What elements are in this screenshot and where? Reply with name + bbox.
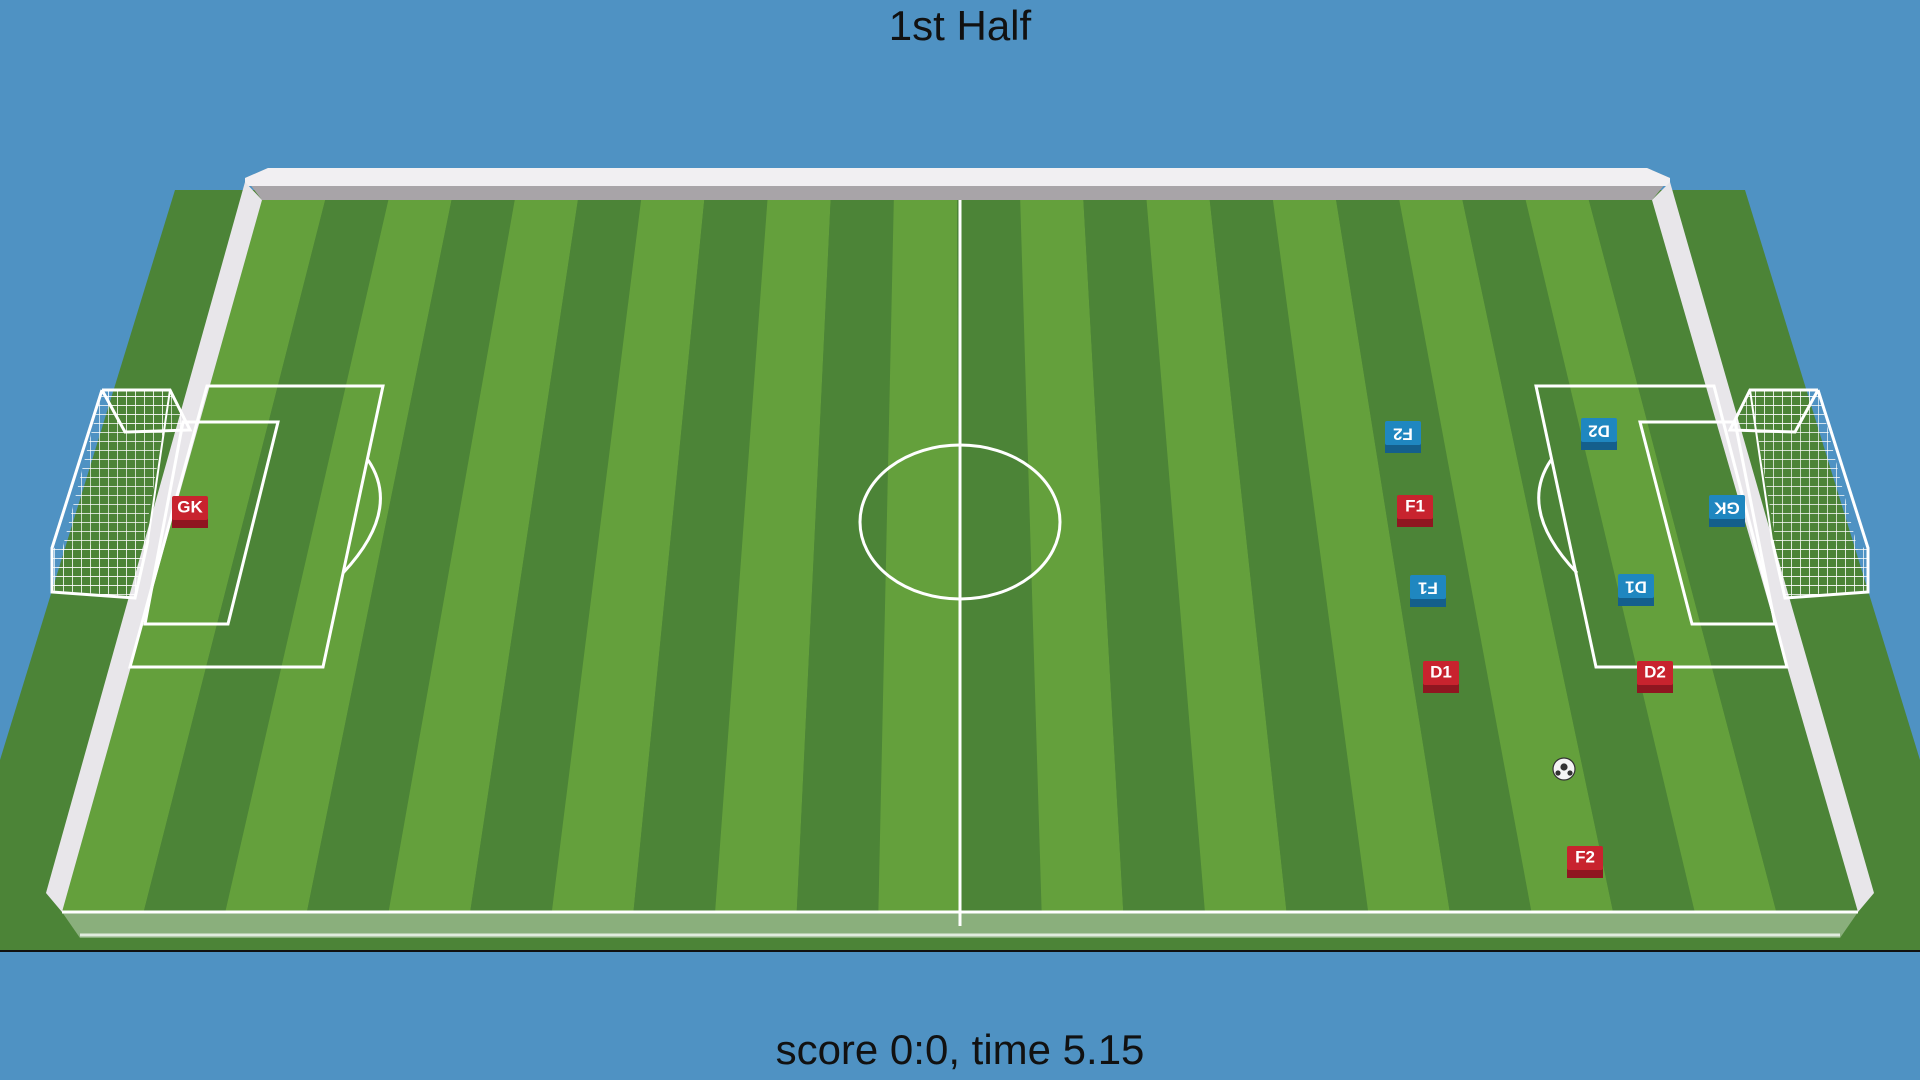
player-label: D1 <box>1430 662 1452 681</box>
player-label: D2 <box>1588 422 1610 441</box>
red-player-d1[interactable]: D1 <box>1423 661 1459 693</box>
red-player-f1[interactable]: F1 <box>1397 495 1433 527</box>
red-player-f2[interactable]: F2 <box>1567 846 1603 878</box>
score-time-readout: score 0:0, time 5.15 <box>775 1026 1145 1073</box>
ball <box>1552 757 1576 781</box>
player-label: F1 <box>1405 496 1425 515</box>
player-label: F2 <box>1393 425 1413 444</box>
game-viewport[interactable]: GK F1 D1 D2 F2 F2 D2 GK F1 D1 <box>0 0 1920 1080</box>
player-label: F1 <box>1418 579 1438 598</box>
blue-player-f1[interactable]: F1 <box>1410 575 1446 607</box>
player-label: F2 <box>1575 847 1595 866</box>
half-indicator: 1st Half <box>888 2 1032 49</box>
player-label: D2 <box>1644 662 1666 681</box>
player-label: GK <box>1714 499 1740 518</box>
blue-player-gk[interactable]: GK <box>1709 495 1745 527</box>
front-wall <box>62 910 1858 938</box>
back-wall <box>245 168 1670 200</box>
red-player-d2[interactable]: D2 <box>1637 661 1673 693</box>
blue-player-d1[interactable]: D1 <box>1618 574 1654 606</box>
player-label: GK <box>177 497 203 516</box>
blue-player-d2[interactable]: D2 <box>1581 418 1617 450</box>
blue-player-f2[interactable]: F2 <box>1385 421 1421 453</box>
player-label: D1 <box>1625 578 1647 597</box>
red-player-gk[interactable]: GK <box>172 496 208 528</box>
